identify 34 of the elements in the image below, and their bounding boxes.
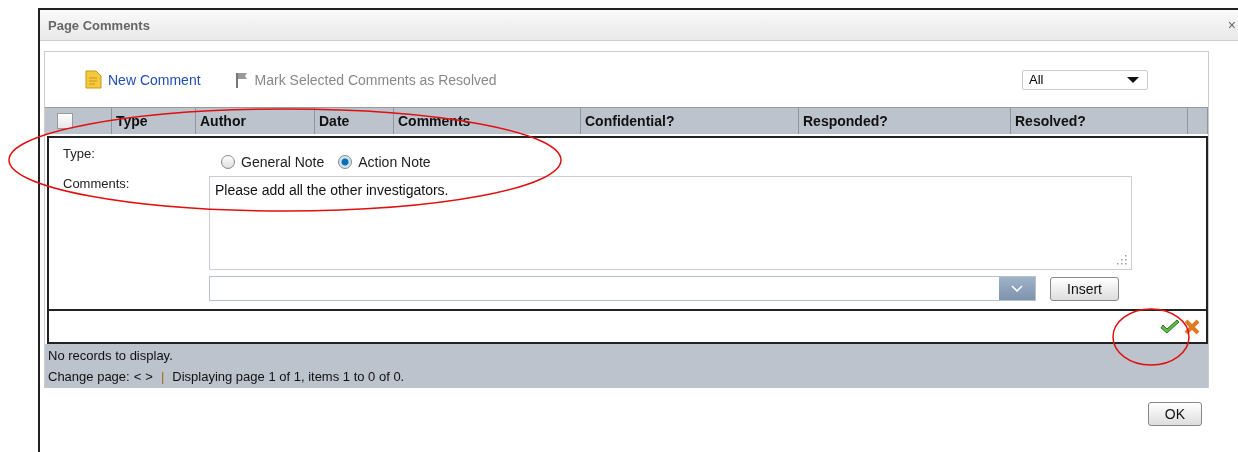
resize-grip-icon[interactable] bbox=[1117, 255, 1127, 265]
cancel-x-icon[interactable] bbox=[1184, 318, 1200, 335]
chevron-down-icon bbox=[1011, 285, 1023, 292]
separator: | bbox=[159, 369, 166, 384]
filter-dropdown[interactable]: All bbox=[1022, 69, 1148, 90]
save-check-icon[interactable] bbox=[1160, 318, 1180, 335]
new-comment-link[interactable]: New Comment bbox=[85, 70, 201, 89]
column-header[interactable]: Resolved? bbox=[1011, 108, 1188, 134]
select-all-checkbox[interactable] bbox=[57, 113, 73, 129]
comments-label: Comments: bbox=[63, 176, 131, 193]
column-header[interactable]: Responded? bbox=[799, 108, 1011, 134]
caret-icon bbox=[1127, 76, 1139, 83]
window-title: Page Comments bbox=[48, 17, 150, 33]
mark-resolved-link[interactable]: Mark Selected Comments as Resolved bbox=[234, 71, 497, 88]
column-header[interactable]: Type bbox=[112, 108, 196, 134]
comments-field[interactable]: Please add all the other investigators. bbox=[209, 176, 1132, 270]
column-header[interactable]: Confidential? bbox=[581, 108, 799, 134]
change-page-label: Change page: bbox=[48, 369, 130, 384]
insert-combo-field[interactable] bbox=[209, 276, 1036, 301]
column-header[interactable]: Author bbox=[196, 108, 315, 134]
previous-page-link[interactable]: < bbox=[133, 369, 142, 384]
flag-icon bbox=[234, 71, 249, 88]
ok-button[interactable]: OK bbox=[1147, 402, 1202, 426]
next-page-link[interactable]: > bbox=[145, 369, 153, 384]
close-button[interactable]: × bbox=[1227, 17, 1236, 33]
column-header[interactable]: Comments bbox=[394, 108, 581, 134]
type-label: Type: bbox=[63, 146, 96, 163]
empty-message: No records to display. bbox=[48, 348, 174, 363]
type-radio[interactable]: Action Note bbox=[338, 154, 431, 170]
column-header[interactable]: Date bbox=[315, 108, 394, 134]
note-icon bbox=[85, 70, 102, 89]
insert-button[interactable]: Insert bbox=[1050, 276, 1119, 301]
type-radio[interactable]: General Note bbox=[221, 154, 325, 170]
page-summary: Displaying page 1 of 1, items 1 to 0 of 0. bbox=[172, 369, 405, 384]
